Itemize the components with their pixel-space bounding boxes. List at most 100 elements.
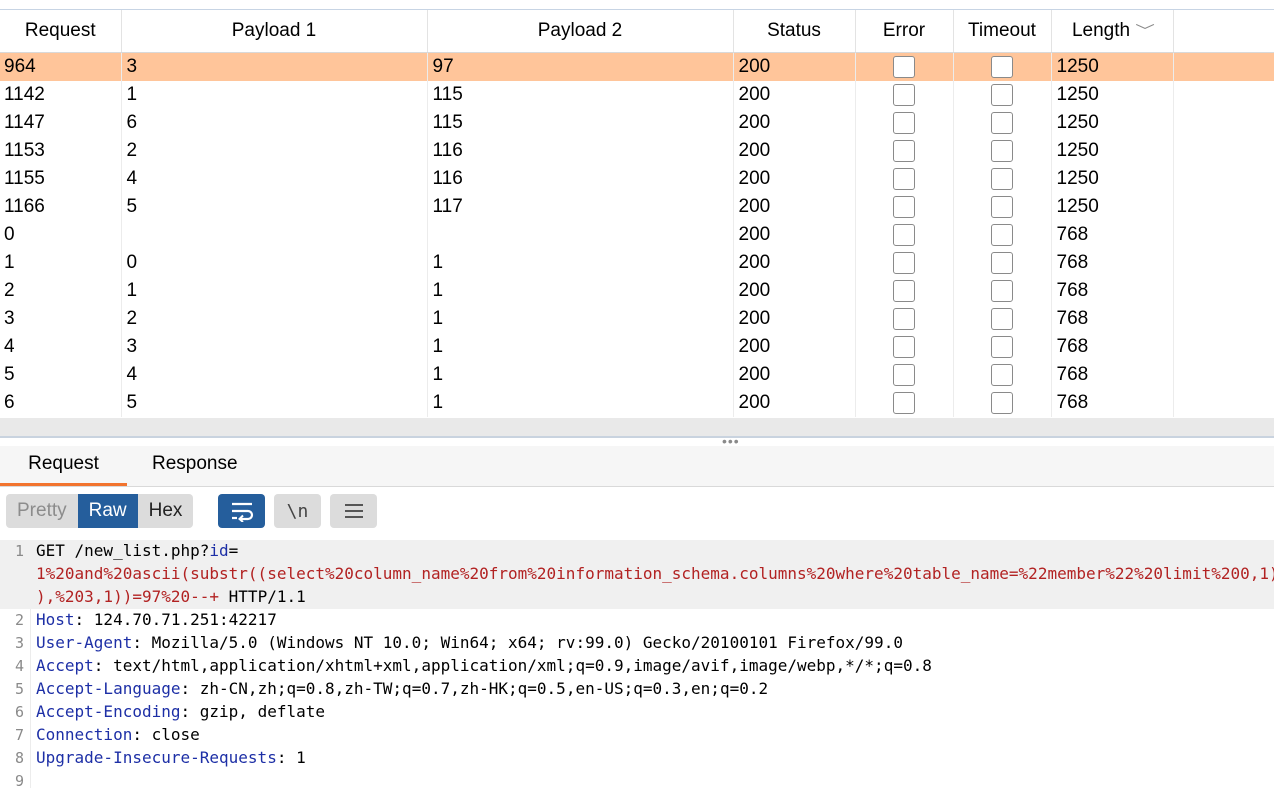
error-checkbox[interactable] bbox=[893, 391, 915, 414]
error-checkbox[interactable] bbox=[893, 363, 915, 386]
timeout-checkbox[interactable] bbox=[991, 279, 1013, 302]
timeout-checkbox[interactable] bbox=[991, 335, 1013, 358]
cell-payload-1: 1 bbox=[121, 81, 428, 109]
table-row[interactable]: 964 3 97 200 1250 bbox=[0, 52, 1274, 81]
column-header-label: Payload 2 bbox=[537, 20, 623, 41]
cell-error bbox=[855, 249, 954, 277]
error-checkbox[interactable] bbox=[893, 223, 915, 246]
raw-request-editor[interactable]: 1 GET /new_list.php?id= 1%20and%20ascii(su… bbox=[0, 540, 1274, 788]
timeout-checkbox[interactable] bbox=[991, 195, 1013, 218]
error-checkbox[interactable] bbox=[893, 167, 915, 190]
timeout-checkbox[interactable] bbox=[991, 391, 1013, 414]
column-header-error[interactable]: Error bbox=[855, 10, 954, 53]
timeout-checkbox[interactable] bbox=[991, 251, 1013, 274]
column-header-label: Length bbox=[1071, 20, 1131, 41]
cell-filler bbox=[1173, 361, 1274, 389]
tab-request[interactable]: Request bbox=[0, 446, 127, 486]
column-header-payload-1[interactable]: Payload 1 bbox=[121, 10, 428, 53]
table-row[interactable]: 3 2 1 200 768 bbox=[0, 305, 1274, 333]
cell-timeout bbox=[953, 277, 1052, 305]
column-header-length[interactable]: Length ﹀ bbox=[1051, 10, 1174, 53]
table-header-row: Request Payload 1 Payload 2 Status Error… bbox=[0, 10, 1274, 53]
timeout-checkbox[interactable] bbox=[991, 139, 1013, 162]
tab-label: Response bbox=[152, 453, 238, 474]
column-header-status[interactable]: Status bbox=[733, 10, 856, 53]
cell-timeout bbox=[953, 137, 1052, 165]
error-checkbox[interactable] bbox=[893, 111, 915, 134]
cell-payload-2: 1 bbox=[427, 361, 734, 389]
cell-timeout bbox=[953, 333, 1052, 361]
timeout-checkbox[interactable] bbox=[991, 307, 1013, 330]
error-checkbox[interactable] bbox=[893, 83, 915, 106]
cell-payload-1: 3 bbox=[121, 333, 428, 361]
cell-payload-1: 3 bbox=[121, 52, 428, 81]
raw-view-button[interactable]: Raw bbox=[77, 494, 138, 528]
error-checkbox[interactable] bbox=[893, 279, 915, 302]
line-code: 1%20and%20ascii(substr((select%20column_… bbox=[36, 563, 1274, 585]
results-table-body: 964 3 97 200 1250 1142 1 115 200 1250 1147 6 115 200 1… bbox=[0, 52, 1274, 417]
column-header-timeout[interactable]: Timeout bbox=[953, 10, 1052, 53]
timeout-checkbox[interactable] bbox=[991, 223, 1013, 246]
error-checkbox[interactable] bbox=[893, 139, 915, 162]
line-number: 9 bbox=[14, 772, 24, 788]
table-row[interactable]: 1153 2 116 200 1250 bbox=[0, 137, 1274, 165]
timeout-checkbox[interactable] bbox=[991, 55, 1013, 78]
cell-length: 768 bbox=[1051, 361, 1174, 389]
editor-line: 5 Accept-Language: zh-CN,zh;q=0.8,zh-TW;q… bbox=[0, 678, 1274, 701]
wrap-lines-button[interactable] bbox=[218, 494, 265, 528]
error-checkbox[interactable] bbox=[893, 195, 915, 218]
cell-request: 1147 bbox=[0, 109, 122, 137]
cell-status: 200 bbox=[733, 81, 856, 109]
cell-filler bbox=[1173, 389, 1274, 417]
error-checkbox[interactable] bbox=[893, 335, 915, 358]
newline-icon: \n bbox=[286, 500, 309, 522]
table-row[interactable]: 1155 4 116 200 1250 bbox=[0, 165, 1274, 193]
cell-request: 1142 bbox=[0, 81, 122, 109]
table-horizontal-scrollbar[interactable] bbox=[0, 418, 1274, 438]
tab-response[interactable]: Response bbox=[152, 446, 238, 483]
table-row[interactable]: 6 5 1 200 768 bbox=[0, 389, 1274, 417]
cell-filler bbox=[1173, 277, 1274, 305]
cell-error bbox=[855, 277, 954, 305]
column-header-request[interactable]: Request bbox=[0, 10, 122, 53]
table-row[interactable]: 1 0 1 200 768 bbox=[0, 249, 1274, 277]
table-row[interactable]: 1142 1 115 200 1250 bbox=[0, 81, 1274, 109]
timeout-checkbox[interactable] bbox=[991, 363, 1013, 386]
error-checkbox[interactable] bbox=[893, 251, 915, 274]
cell-error bbox=[855, 333, 954, 361]
show-newlines-button[interactable]: \n bbox=[274, 494, 321, 528]
table-row[interactable]: 1147 6 115 200 1250 bbox=[0, 109, 1274, 137]
cell-payload-1: 0 bbox=[121, 249, 428, 277]
cell-payload-2: 97 bbox=[427, 52, 734, 81]
line-code: Accept: text/html,application/xhtml+xml,… bbox=[36, 655, 932, 677]
timeout-checkbox[interactable] bbox=[991, 167, 1013, 190]
table-row[interactable]: 0 200 768 bbox=[0, 221, 1274, 249]
sort-descending-icon: ﹀ bbox=[1135, 23, 1155, 39]
header-name: Accept-Encoding bbox=[36, 702, 181, 721]
error-checkbox[interactable] bbox=[893, 55, 915, 78]
table-row[interactable]: 5 4 1 200 768 bbox=[0, 361, 1274, 389]
table-row[interactable]: 2 1 1 200 768 bbox=[0, 277, 1274, 305]
cell-error bbox=[855, 52, 954, 81]
table-row[interactable]: 1166 5 117 200 1250 bbox=[0, 193, 1274, 221]
cell-error bbox=[855, 389, 954, 417]
menu-button[interactable] bbox=[330, 494, 377, 528]
code-text: HTTP/1.1 bbox=[219, 587, 306, 606]
panel-splitter-handle[interactable]: ••• bbox=[722, 434, 740, 448]
editor-line: 8 Upgrade-Insecure-Requests: 1 bbox=[0, 747, 1274, 770]
cell-timeout bbox=[953, 361, 1052, 389]
code-text: : text/html,application/xhtml+xml,applic… bbox=[93, 656, 932, 675]
editor-toolbar: Pretty Raw Hex \n bbox=[0, 487, 1274, 537]
pretty-view-button[interactable]: Pretty bbox=[6, 494, 78, 528]
column-header-payload-2[interactable]: Payload 2 bbox=[427, 10, 734, 53]
line-number: 4 bbox=[14, 657, 24, 675]
cell-status: 200 bbox=[733, 361, 856, 389]
cell-status: 200 bbox=[733, 333, 856, 361]
timeout-checkbox[interactable] bbox=[991, 83, 1013, 106]
timeout-checkbox[interactable] bbox=[991, 111, 1013, 134]
cell-timeout bbox=[953, 165, 1052, 193]
header-name: User-Agent bbox=[36, 633, 133, 652]
hex-view-button[interactable]: Hex bbox=[137, 494, 194, 528]
error-checkbox[interactable] bbox=[893, 307, 915, 330]
table-row[interactable]: 4 3 1 200 768 bbox=[0, 333, 1274, 361]
